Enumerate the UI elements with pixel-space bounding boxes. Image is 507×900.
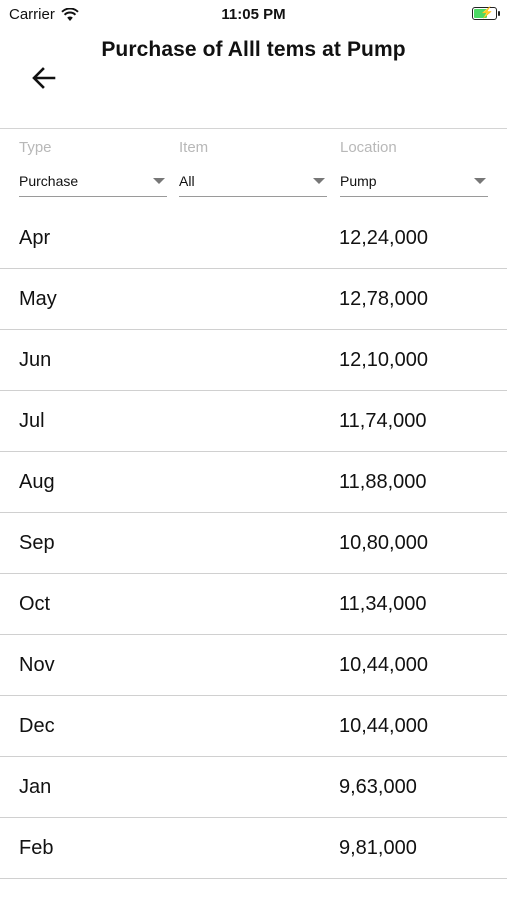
row-amount: 11,74,000 (339, 410, 427, 432)
monthly-list: Apr 12,24,000 May 12,78,000 Jun 12,10,00… (0, 208, 507, 879)
list-item[interactable]: Oct 11,34,000 (0, 574, 507, 635)
status-time: 11:05 PM (221, 6, 286, 23)
page-title: Purchase of Alll tems at Pump (101, 38, 406, 61)
row-month: Feb (19, 837, 54, 859)
item-dropdown[interactable]: All (179, 173, 327, 197)
filter-location-label: Location (340, 139, 397, 156)
row-amount: 12,78,000 (339, 288, 428, 310)
list-item[interactable]: Dec 10,44,000 (0, 696, 507, 757)
dropdown-caret-icon (313, 178, 325, 184)
location-dropdown-value: Pump (340, 173, 377, 189)
filter-type: Type Purchase (19, 139, 167, 197)
row-month: Apr (19, 227, 51, 249)
filter-item-label: Item (179, 139, 209, 156)
item-dropdown-value: All (179, 173, 195, 189)
list-item[interactable]: Jun 12,10,000 (0, 330, 507, 391)
status-bar: Carrier 11:05 PM ⚡ (0, 0, 507, 28)
row-amount: 9,63,000 (339, 776, 417, 798)
list-item[interactable]: Sep 10,80,000 (0, 513, 507, 574)
list-item[interactable]: Jul 11,74,000 (0, 391, 507, 452)
row-amount: 11,34,000 (339, 593, 427, 615)
list-item[interactable]: Apr 12,24,000 (0, 208, 507, 269)
row-amount: 10,44,000 (339, 715, 428, 737)
filter-location: Location Pump (340, 139, 488, 197)
row-amount: 9,81,000 (339, 837, 417, 859)
battery-icon: ⚡ (472, 7, 500, 20)
back-button[interactable] (28, 62, 60, 94)
list-item[interactable]: Nov 10,44,000 (0, 635, 507, 696)
row-month: Aug (19, 471, 55, 493)
row-amount: 10,44,000 (339, 654, 428, 676)
row-month: Nov (19, 654, 55, 676)
filter-type-label: Type (19, 139, 52, 156)
location-dropdown[interactable]: Pump (340, 173, 488, 197)
app-header: Purchase of Alll tems at Pump (0, 28, 507, 128)
row-amount: 11,88,000 (339, 471, 427, 493)
type-dropdown-value: Purchase (19, 173, 79, 189)
row-month: Dec (19, 715, 55, 737)
row-amount: 12,24,000 (339, 227, 428, 249)
row-amount: 12,10,000 (339, 349, 428, 371)
row-month: Sep (19, 532, 55, 554)
row-month: Jan (19, 776, 52, 798)
arrow-left-icon (32, 67, 56, 89)
row-month: May (19, 288, 57, 310)
type-dropdown[interactable]: Purchase (19, 173, 167, 197)
filter-bar: Type Purchase Item All Location Pump (0, 128, 507, 210)
dropdown-caret-icon (153, 178, 165, 184)
row-month: Oct (19, 593, 51, 615)
list-item[interactable]: Jan 9,63,000 (0, 757, 507, 818)
list-item[interactable]: Aug 11,88,000 (0, 452, 507, 513)
filter-item: Item All (179, 139, 327, 197)
list-item[interactable]: Feb 9,81,000 (0, 818, 507, 879)
row-amount: 10,80,000 (339, 532, 428, 554)
row-month: Jul (19, 410, 45, 432)
dropdown-caret-icon (474, 178, 486, 184)
list-item[interactable]: May 12,78,000 (0, 269, 507, 330)
row-month: Jun (19, 349, 52, 371)
